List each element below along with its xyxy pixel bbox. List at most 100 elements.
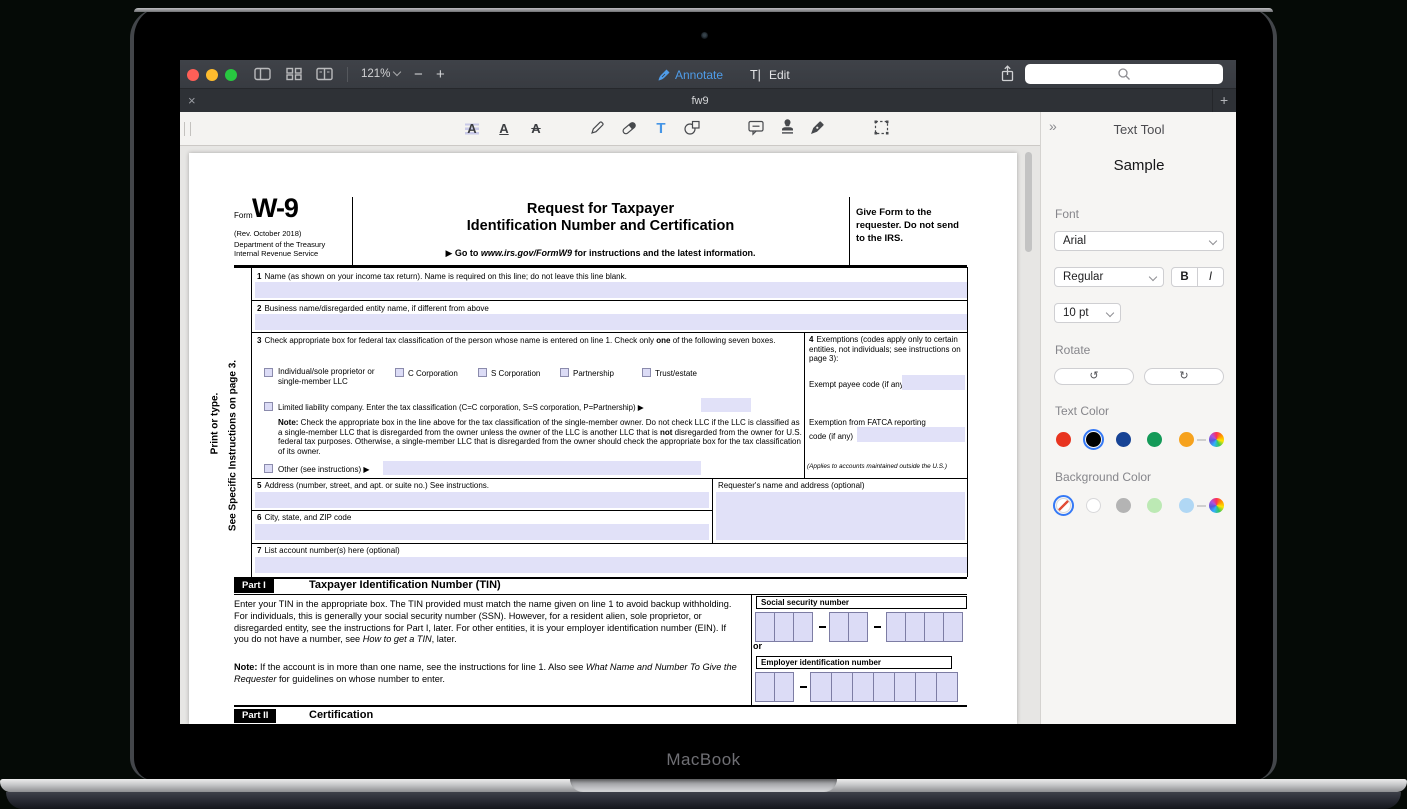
ssn-group-1[interactable] [756,612,813,642]
two-page-view-icon[interactable] [316,67,333,86]
fatca-field[interactable] [857,427,965,442]
ein-cell[interactable] [831,672,853,702]
highlight-tool[interactable]: A [462,119,482,139]
llc-checkbox[interactable] [264,402,273,411]
ein-cell[interactable] [915,672,937,702]
bold-button[interactable]: B [1171,267,1198,287]
text-color-section-label: Text Color [1055,404,1109,418]
ssn-cell[interactable] [755,612,775,642]
tab-title[interactable]: fw9 [180,95,1220,107]
background-color-blue-swatch[interactable] [1179,498,1194,513]
text-color-orange-swatch[interactable] [1179,432,1194,447]
text-color-black-swatch[interactable] [1086,432,1101,447]
other-checkbox[interactable] [264,464,273,473]
tab-annotate[interactable]: Annotate [675,68,723,82]
tab-edit[interactable]: Edit [769,68,790,82]
margin-note-print-or-type: Print or type. [210,384,221,464]
background-color-gray-swatch[interactable] [1116,498,1131,513]
close-window-button[interactable] [187,69,199,81]
text-color-red-swatch[interactable] [1056,432,1071,447]
form-rule [234,705,967,707]
ein-group-1[interactable] [756,672,794,702]
requester-field[interactable] [716,492,965,540]
font-section-label: Font [1055,207,1079,221]
part2-title: Certification [309,709,373,721]
business-name-field[interactable] [255,314,967,330]
llc-classification-field[interactable] [701,398,751,412]
ein-cell[interactable] [774,672,794,702]
text-color-custom-swatch[interactable] [1209,432,1224,447]
exempt-payee-field[interactable] [902,375,965,390]
zoom-out-button[interactable]: − [414,66,423,83]
font-style-dropdown[interactable]: Regular [1054,267,1164,287]
selection-tool[interactable] [871,119,891,139]
ein-cell[interactable] [894,672,916,702]
rotate-cw-button[interactable]: ↻ [1144,368,1224,385]
italic-button[interactable]: I [1197,267,1224,287]
note-tool[interactable] [746,119,766,139]
background-color-custom-swatch[interactable] [1209,498,1224,513]
font-family-dropdown[interactable]: Arial [1054,231,1224,251]
background-color-white-swatch[interactable] [1086,498,1101,513]
text-tool[interactable]: T [651,119,671,139]
scrollbar-thumb[interactable] [1025,152,1032,252]
zoom-level-dropdown[interactable]: 121% [361,68,400,80]
ssn-cell[interactable] [924,612,944,642]
ein-group-2[interactable] [811,672,958,702]
partnership-label: Partnership [573,369,614,379]
line6-number: 6 [257,513,261,522]
line1-number: 1 [257,272,261,281]
ssn-cell[interactable] [848,612,868,642]
ssn-cell[interactable] [905,612,925,642]
ein-cell[interactable] [936,672,958,702]
other-field[interactable] [383,461,701,475]
search-input[interactable] [1025,64,1223,84]
trust-estate-checkbox[interactable] [642,368,651,377]
ein-cell[interactable] [873,672,895,702]
partnership-checkbox[interactable] [560,368,569,377]
new-tab-button[interactable]: + [1220,92,1228,108]
ssn-cell[interactable] [943,612,963,642]
ssn-cell[interactable] [774,612,794,642]
fullscreen-window-button[interactable] [225,69,237,81]
shapes-tool[interactable] [682,119,702,139]
eraser-tool[interactable] [619,119,639,139]
ssn-group-2[interactable] [830,612,868,642]
share-icon[interactable] [1000,65,1015,88]
account-numbers-field[interactable] [255,557,967,573]
c-corporation-label: C Corporation [408,369,458,379]
city-state-zip-field[interactable] [255,524,709,540]
ein-cell[interactable] [755,672,775,702]
rotate-ccw-button[interactable]: ↺ [1054,368,1134,385]
thumbnail-view-icon[interactable] [286,67,302,86]
desktop-background: 121% − + Annotate T| Edit × fw [0,0,1407,809]
font-size-dropdown[interactable]: 10 pt [1054,303,1121,323]
ssn-cell[interactable] [793,612,813,642]
ssn-group-3[interactable] [887,612,963,642]
minimize-window-button[interactable] [206,69,218,81]
individual-checkbox[interactable] [264,368,273,377]
s-corporation-checkbox[interactable] [478,368,487,377]
underline-tool[interactable]: A [494,119,514,139]
sidebar-toggle-icon[interactable] [254,67,271,86]
background-color-none-swatch[interactable] [1056,498,1071,513]
toolbar-drag-handle[interactable] [184,122,191,136]
background-color-green-swatch[interactable] [1147,498,1162,513]
stamp-tool[interactable] [777,119,797,139]
c-corporation-checkbox[interactable] [395,368,404,377]
signature-tool[interactable] [807,119,827,139]
ssn-cell[interactable] [829,612,849,642]
pencil-tool[interactable] [587,119,607,139]
annotate-pen-icon[interactable] [657,68,671,87]
ein-cell[interactable] [852,672,874,702]
edit-text-icon[interactable]: T| [750,68,761,82]
strikethrough-tool[interactable]: A [526,119,546,139]
ssn-cell[interactable] [886,612,906,642]
address-field[interactable] [255,492,709,508]
zoom-in-button[interactable]: + [436,66,445,83]
ein-cell[interactable] [810,672,832,702]
text-color-green-swatch[interactable] [1147,432,1162,447]
text-color-blue-swatch[interactable] [1116,432,1131,447]
name-field[interactable] [255,282,967,298]
tabbar-divider [1212,89,1213,113]
